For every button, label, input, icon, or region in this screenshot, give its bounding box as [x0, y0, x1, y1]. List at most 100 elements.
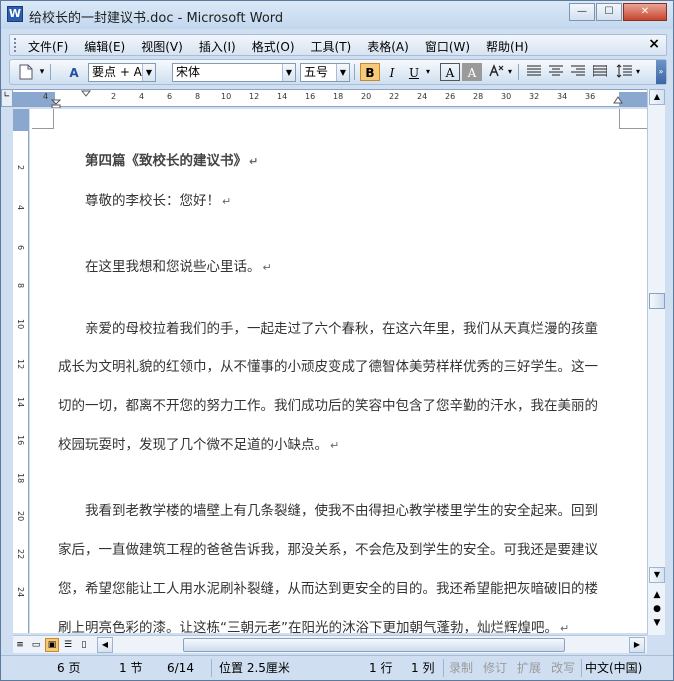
ruler-number: 22	[389, 92, 400, 101]
paragraph-mark: ↵	[330, 439, 340, 452]
menu-view[interactable]: 视图(V)	[141, 38, 183, 55]
bold-button[interactable]: B	[360, 63, 380, 81]
ruler-number: 14	[277, 92, 288, 101]
toolbar-overflow-icon[interactable]: »	[656, 60, 666, 84]
italic-button[interactable]: I	[382, 63, 402, 81]
document-page[interactable]: 第四篇《致校长的建议书》 ↵ 尊敬的李校长：您好！ ↵ 在这里我想和您说些心里话。 ↵…	[30, 109, 647, 633]
page-corner-mark-left	[32, 109, 54, 129]
vertical-scrollbar[interactable]: ▲ ▼ ▲ ● ▼	[647, 89, 665, 635]
next-page-icon[interactable]: ▼	[650, 617, 664, 629]
maximize-button[interactable]: ☐	[596, 3, 622, 21]
ruler-number: 4	[139, 92, 145, 101]
ruler-number: 16	[305, 92, 316, 101]
toolbar-separator	[354, 64, 355, 80]
underline-options-icon[interactable]: ▾	[424, 63, 432, 81]
menu-tools[interactable]: 工具(T)	[311, 38, 352, 55]
paragraph-3-line: 您，希望您能让工人用水泥刷补裂缝，从而达到更安全的目的。我还希望能把灰暗破旧的楼	[58, 581, 598, 597]
page-corner-mark-right	[619, 109, 647, 129]
tab-stop-selector[interactable]: ∟	[1, 89, 13, 107]
word-app-icon[interactable]: W	[7, 6, 23, 22]
styles-formatting-icon[interactable]: A	[64, 63, 84, 81]
ruler-number: 32	[529, 92, 540, 101]
scroll-up-button[interactable]: ▲	[649, 89, 665, 105]
horizontal-ruler[interactable]: 4 2 4 6 8 10 12 14 16 18 20 22 24 26 28 …	[13, 89, 665, 108]
menu-edit[interactable]: 编辑(E)	[84, 38, 125, 55]
ruler-number: 28	[473, 92, 484, 101]
overtype-indicator[interactable]: 改写	[551, 659, 575, 677]
scroll-down-button[interactable]: ▼	[649, 567, 665, 583]
close-document-button[interactable]: ×	[648, 36, 660, 52]
extend-selection-indicator[interactable]: 扩展	[517, 659, 541, 677]
previous-page-icon[interactable]: ▲	[650, 589, 664, 601]
formatting-toolbar: ▾ A 要点 + Aria ▼ 宋体 ▼ 五号 ▼ B I U ▾ A A ▾	[9, 59, 667, 85]
scroll-right-button[interactable]: ▶	[629, 637, 645, 653]
vertical-scroll-thumb[interactable]	[649, 293, 665, 309]
menu-table[interactable]: 表格(A)	[367, 38, 409, 55]
language-indicator[interactable]: 中文(中国)	[585, 659, 642, 677]
close-button[interactable]: ✕	[623, 3, 667, 21]
ruler-number: 2	[111, 92, 117, 101]
paragraph-2-line-last: 校园玩耍时，发现了几个微不足道的小缺点。 ↵	[58, 433, 339, 453]
character-scaling-icon[interactable]	[486, 63, 506, 81]
chevron-down-icon[interactable]: ▼	[336, 64, 349, 81]
scaling-options-icon[interactable]: ▾	[506, 63, 514, 81]
paragraph-mark: ↵	[222, 195, 232, 208]
left-margin-area	[13, 92, 55, 106]
first-line-indent-marker[interactable]	[81, 90, 91, 100]
web-layout-view-icon[interactable]: ▭	[29, 638, 43, 652]
salutation-text: 尊敬的李校长：您好！	[85, 193, 220, 209]
character-border-button[interactable]: A	[440, 63, 460, 81]
menu-insert[interactable]: 插入(I)	[199, 38, 236, 55]
font-size-value: 五号	[304, 65, 329, 79]
chevron-down-icon[interactable]: ▼	[142, 64, 155, 81]
minimize-button[interactable]: —	[569, 3, 595, 21]
left-indent-marker[interactable]	[51, 90, 61, 108]
character-shading-button[interactable]: A	[462, 63, 482, 81]
right-indent-marker[interactable]	[613, 96, 623, 108]
line-spacing-icon[interactable]	[614, 63, 634, 81]
print-layout-view-icon[interactable]: ▣	[45, 638, 59, 652]
word-window: W 给校长的一封建议书.doc - Microsoft Word — ☐ ✕ 文…	[0, 0, 674, 681]
horizontal-scroll-thumb[interactable]	[183, 638, 565, 652]
record-macro-indicator[interactable]: 录制	[449, 659, 473, 677]
normal-view-icon[interactable]: ≡	[13, 638, 27, 652]
distributed-align-icon[interactable]	[590, 63, 610, 81]
menu-bar: 文件(F) 编辑(E) 视图(V) 插入(I) 格式(O) 工具(T) 表格(A…	[9, 34, 667, 56]
paragraph-3-line: 我看到老教学楼的墙壁上有几条裂缝，使我不由得担心教学楼里学生的安全起来。回到	[85, 503, 598, 519]
menu-window[interactable]: 窗口(W)	[425, 38, 470, 55]
reading-layout-view-icon[interactable]: ▯	[77, 638, 91, 652]
toolbar-options-icon[interactable]: ▾	[38, 63, 46, 81]
ruler-number: 12	[249, 92, 260, 101]
menu-file[interactable]: 文件(F)	[28, 38, 68, 55]
align-right-icon[interactable]	[568, 63, 588, 81]
track-changes-indicator[interactable]: 修订	[483, 659, 507, 677]
menu-help[interactable]: 帮助(H)	[486, 38, 528, 55]
chevron-down-icon[interactable]: ▼	[282, 64, 295, 81]
ruler-number: 22	[16, 549, 25, 560]
menu-format[interactable]: 格式(O)	[252, 38, 295, 55]
select-browse-object-icon[interactable]: ●	[650, 603, 664, 615]
font-select[interactable]: 宋体 ▼	[172, 63, 296, 82]
ruler-number: 18	[333, 92, 344, 101]
status-separator	[211, 659, 212, 677]
ruler-number: 14	[16, 397, 25, 408]
scroll-left-button[interactable]: ◀	[97, 637, 113, 653]
vertical-ruler[interactable]: 2 4 6 8 10 12 14 16 18 20 22 24	[13, 109, 29, 633]
style-select[interactable]: 要点 + Aria ▼	[88, 63, 156, 82]
top-margin-area	[13, 109, 29, 131]
outline-view-icon[interactable]: ☰	[61, 638, 75, 652]
new-document-icon[interactable]	[16, 63, 36, 81]
menu-grip-handle[interactable]	[14, 38, 17, 52]
underline-button[interactable]: U	[404, 63, 424, 81]
salutation: 尊敬的李校长：您好！ ↵	[85, 189, 231, 209]
ruler-number: 18	[16, 473, 25, 484]
paragraph-2-line-text: 校园玩耍时，发现了几个微不足道的小缺点。	[58, 437, 328, 453]
status-bar: 6 页 1 节 6/14 位置 2.5厘米 1 行 1 列 录制 修订 扩展 改…	[1, 655, 673, 680]
status-separator	[581, 659, 582, 677]
align-justify-icon[interactable]	[524, 63, 544, 81]
ruler-number: 6	[167, 92, 173, 101]
line-spacing-options-icon[interactable]: ▾	[634, 63, 642, 81]
paragraph-2-line: 切的一切，都离不开您的努力工作。我们成功后的笑容中包含了您辛勤的汗水，我在美丽的	[58, 398, 598, 414]
font-size-select[interactable]: 五号 ▼	[300, 63, 350, 82]
align-center-icon[interactable]	[546, 63, 566, 81]
